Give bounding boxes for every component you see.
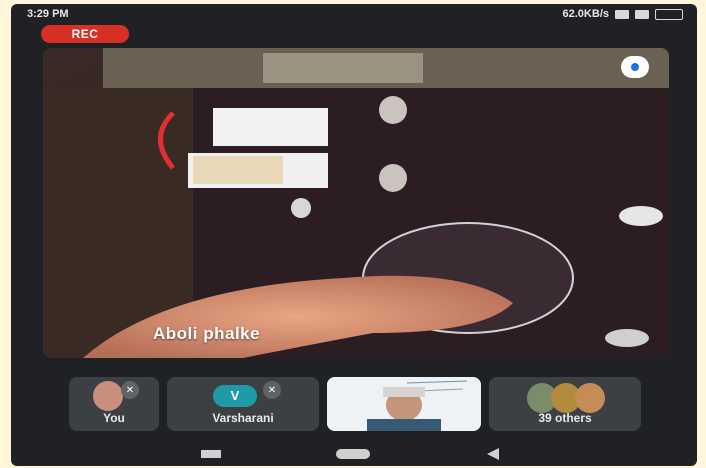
avatar	[93, 381, 123, 411]
tile-varsharani[interactable]: V ✕ Varsharani	[167, 377, 319, 431]
mic-off-icon: ✕	[121, 381, 139, 399]
participant-strip: ✕ You V ✕ Varsharani 39 others	[11, 377, 697, 431]
net-speed: 62.0KB/s	[562, 8, 609, 20]
status-time: 3:29 PM	[27, 8, 69, 20]
tile-label: 39 others	[538, 411, 592, 425]
back-icon[interactable]	[487, 448, 499, 460]
participant-video	[327, 377, 481, 431]
video-frame	[43, 48, 669, 358]
tile-label: Varsharani	[212, 411, 274, 425]
pin-icon	[631, 63, 639, 71]
main-video[interactable]: Aboli phalke	[43, 48, 669, 358]
home-icon[interactable]	[336, 449, 370, 459]
signal-icon	[635, 9, 649, 19]
recents-icon[interactable]	[201, 450, 221, 458]
pin-button[interactable]	[621, 56, 649, 78]
tile-you[interactable]: ✕ You	[69, 377, 159, 431]
phone-screen: 3:29 PM 62.0KB/s REC Aboli phalke ✕ You …	[11, 4, 697, 466]
tile-others[interactable]: 39 others	[489, 377, 641, 431]
status-bar: 3:29 PM 62.0KB/s	[11, 4, 697, 24]
speaker-name: Aboli phalke	[153, 324, 261, 343]
avatar: V	[213, 385, 257, 407]
tile-label: You	[103, 411, 125, 425]
wifi-icon	[615, 9, 629, 19]
rec-badge: REC	[41, 25, 129, 43]
nav-bar	[11, 444, 697, 466]
status-icons: 62.0KB/s	[563, 8, 683, 20]
avatar	[575, 383, 605, 413]
tile-video[interactable]	[327, 377, 481, 431]
mic-off-icon: ✕	[263, 381, 281, 399]
battery-icon	[655, 8, 683, 20]
